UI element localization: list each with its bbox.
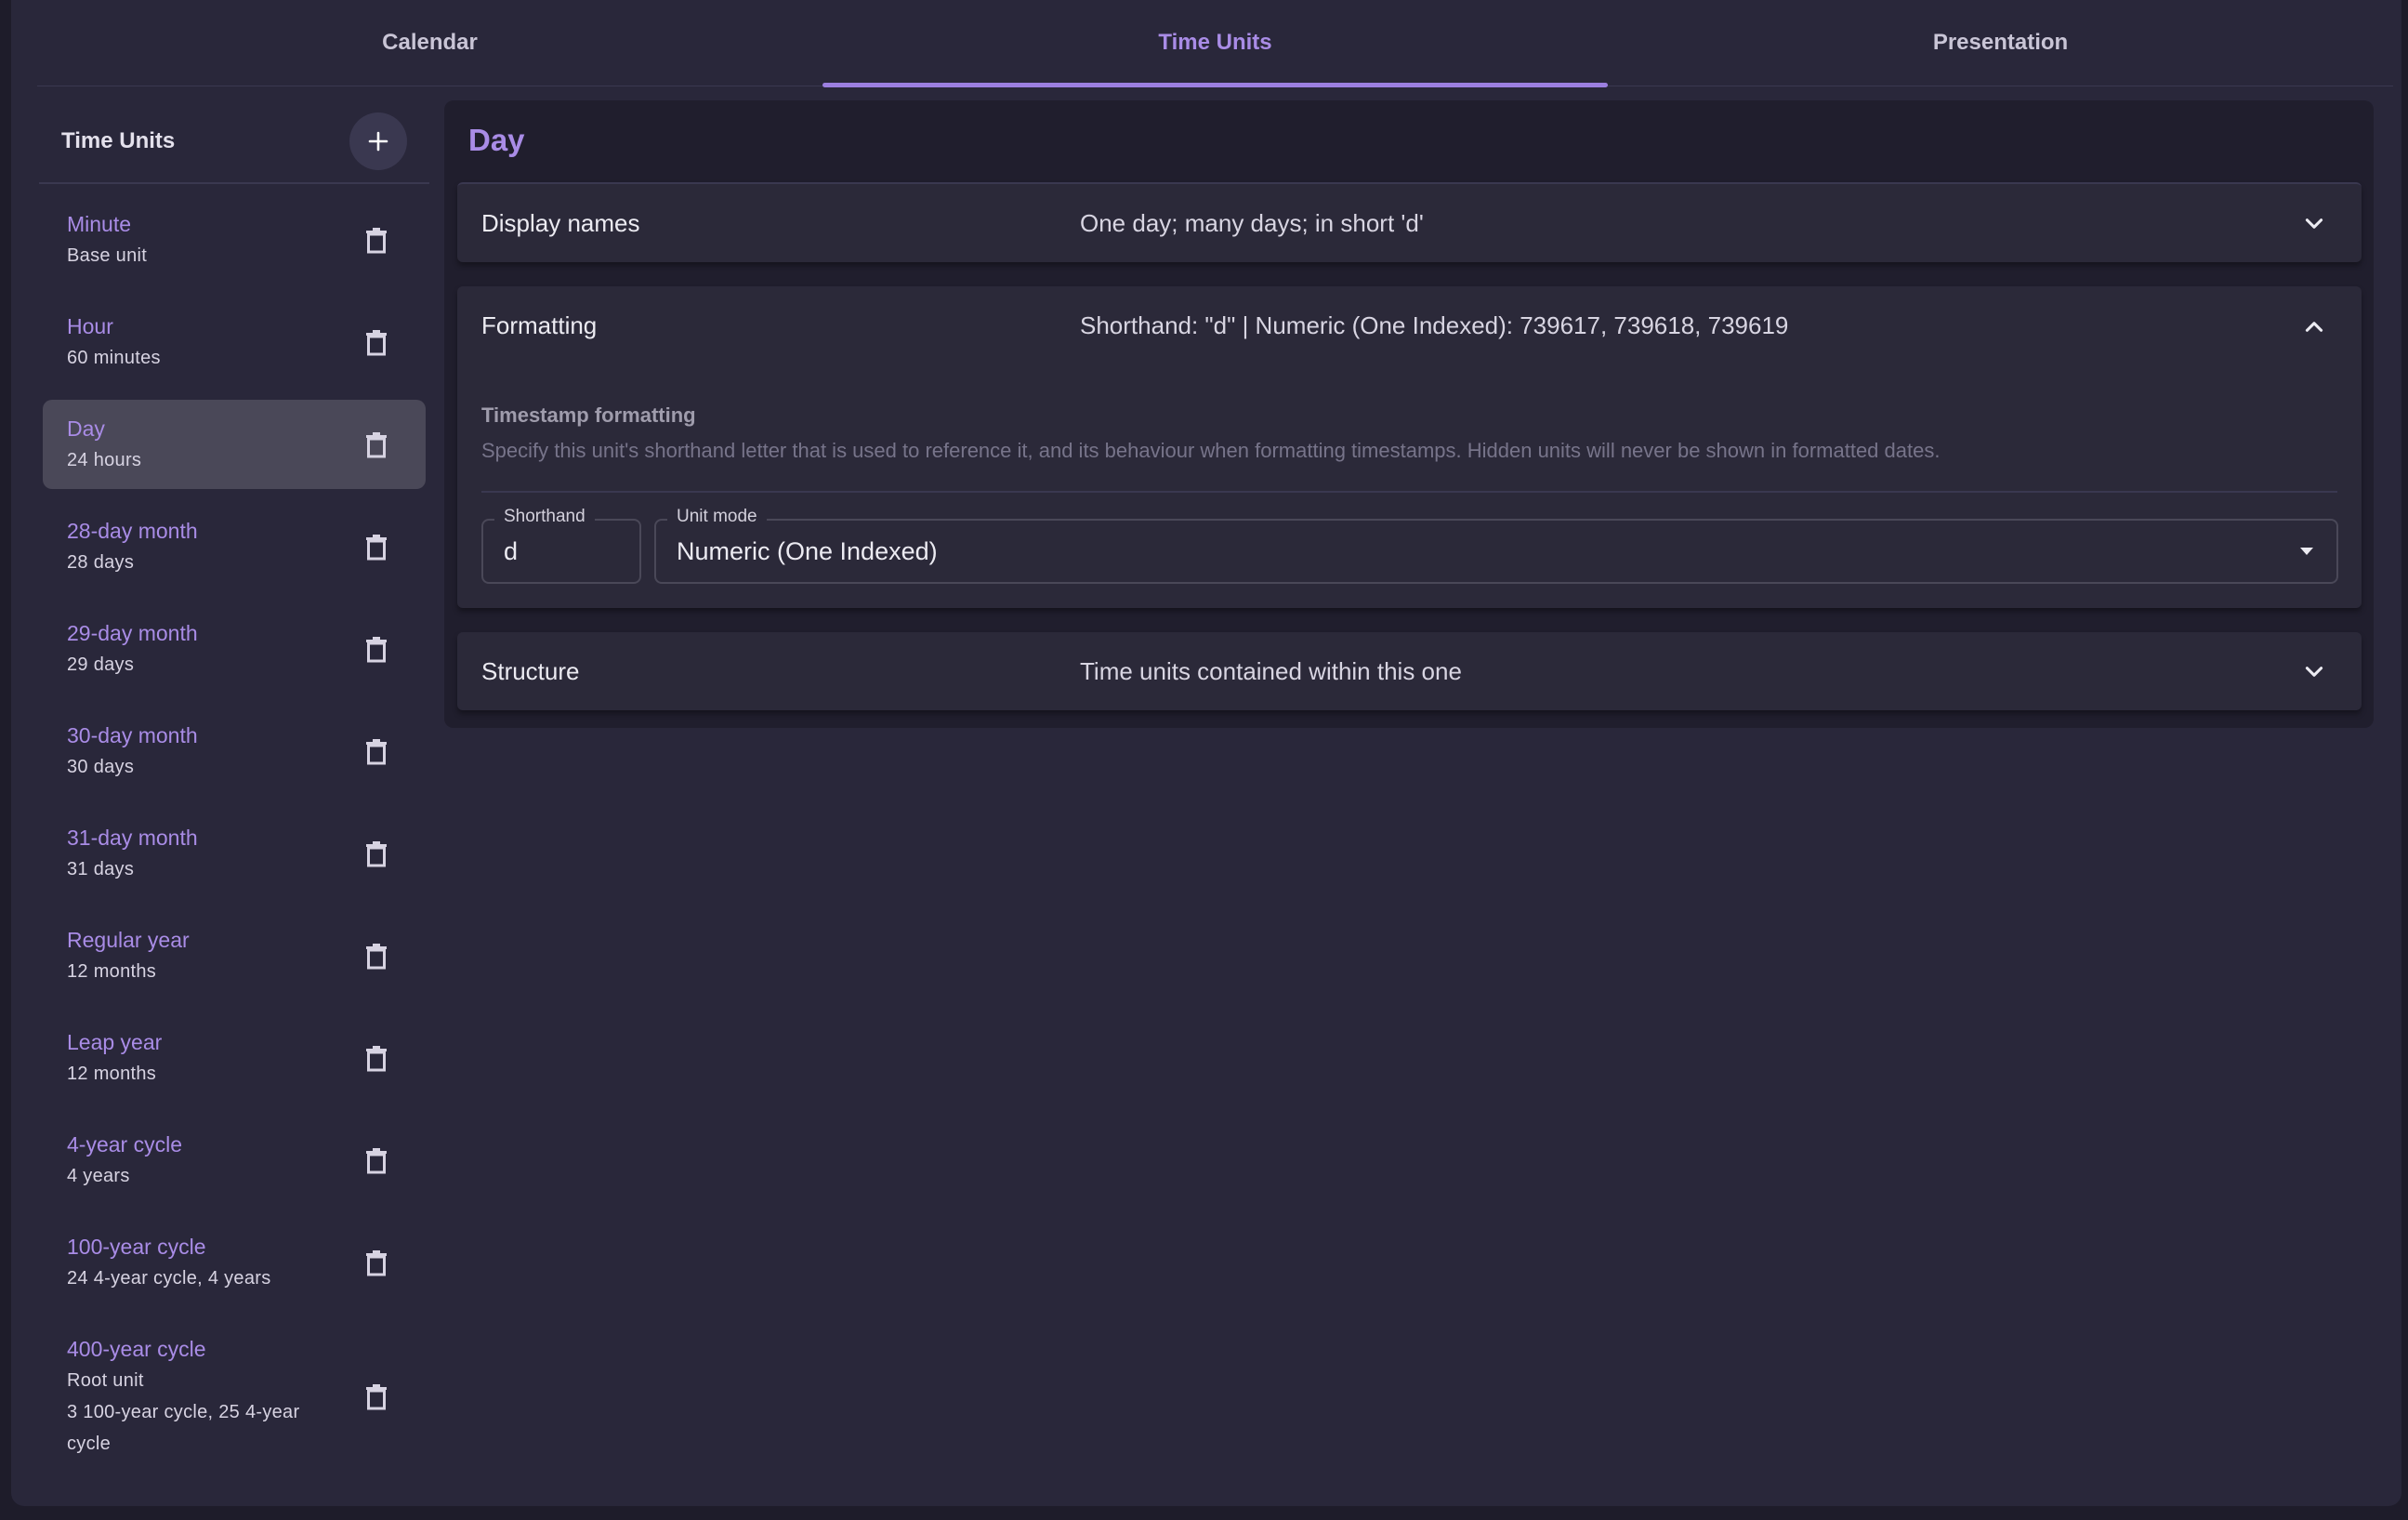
tab-bar: Calendar Time Units Presentation bbox=[37, 0, 2393, 87]
list-item[interactable]: 28-day month 28 days bbox=[43, 502, 426, 591]
unit-description: 3 100-year cycle, 25 4-year cycle bbox=[67, 1402, 300, 1454]
delete-icon[interactable] bbox=[364, 1044, 388, 1072]
list-item[interactable]: Day 24 hours bbox=[43, 400, 426, 489]
delete-icon[interactable] bbox=[364, 533, 388, 561]
list-item[interactable]: Regular year 12 months bbox=[43, 911, 426, 1000]
unit-mode-value: Numeric (One Indexed) bbox=[677, 537, 938, 565]
delete-icon[interactable] bbox=[364, 328, 388, 356]
section-summary: Time units contained within this one bbox=[1080, 657, 1462, 685]
unit-name: Hour bbox=[67, 314, 113, 338]
caret-down-icon bbox=[2300, 548, 2313, 555]
unit-description: 12 months bbox=[67, 1064, 157, 1084]
unit-description: 31 days bbox=[67, 859, 135, 879]
unit-name: Leap year bbox=[67, 1030, 163, 1054]
structure-section: Structure Time units contained within th… bbox=[457, 632, 2362, 710]
page-title: Day bbox=[468, 123, 525, 157]
unit-name: 30-day month bbox=[67, 723, 198, 747]
unit-description: 28 days bbox=[67, 552, 135, 573]
unit-name: 28-day month bbox=[67, 519, 198, 543]
add-time-unit-button[interactable] bbox=[349, 112, 407, 170]
tab-time-units[interactable]: Time Units bbox=[822, 0, 1608, 87]
list-item[interactable]: 400-year cycle Root unit 3 100-year cycle,… bbox=[43, 1320, 426, 1473]
section-label: Display names bbox=[481, 209, 640, 237]
tab-label: Calendar bbox=[382, 30, 478, 55]
unit-description: 24 4-year cycle, 4 years bbox=[67, 1268, 271, 1289]
shorthand-input[interactable]: d bbox=[504, 521, 518, 582]
unit-name: Minute bbox=[67, 212, 132, 236]
unit-description: Root unit bbox=[67, 1370, 144, 1391]
unit-description: 60 minutes bbox=[67, 348, 161, 368]
unit-name: 4-year cycle bbox=[67, 1132, 182, 1157]
tab-presentation[interactable]: Presentation bbox=[1608, 0, 2393, 86]
unit-name: Regular year bbox=[67, 928, 190, 952]
unit-description: 24 hours bbox=[67, 450, 142, 470]
timestamp-formatting-title: Timestamp formatting bbox=[481, 403, 696, 427]
delete-icon[interactable] bbox=[364, 1146, 388, 1174]
delete-icon[interactable] bbox=[364, 737, 388, 765]
tab-label: Presentation bbox=[1932, 30, 2069, 55]
unit-name: 400-year cycle bbox=[67, 1337, 206, 1361]
list-item[interactable]: Minute Base unit bbox=[43, 195, 426, 284]
formatting-section: Formatting Shorthand: "d" | Numeric (One… bbox=[457, 286, 2362, 608]
list-item[interactable]: Hour 60 minutes bbox=[43, 297, 426, 387]
unit-name: Day bbox=[67, 416, 105, 441]
delete-icon[interactable] bbox=[364, 226, 388, 254]
unit-description: Base unit bbox=[67, 245, 148, 266]
section-summary: Shorthand: "d" | Numeric (One Indexed): … bbox=[1080, 311, 1789, 339]
delete-icon[interactable] bbox=[364, 839, 388, 867]
list-item[interactable]: 100-year cycle 24 4-year cycle, 4 years bbox=[43, 1218, 426, 1307]
unit-mode-select[interactable]: Unit mode Numeric (One Indexed) bbox=[654, 507, 2338, 584]
tab-calendar[interactable]: Calendar bbox=[37, 0, 822, 86]
chevron-down-icon bbox=[2305, 218, 2323, 229]
app-window: Calendar Time Units Presentation Time Un… bbox=[11, 0, 2401, 1506]
plus-icon bbox=[368, 131, 388, 152]
chevron-up-icon bbox=[2305, 322, 2323, 332]
time-unit-list: Minute Base unit Hour 60 minutes Day 24 hours… bbox=[39, 195, 429, 1473]
list-item[interactable]: 4-year cycle 4 years bbox=[43, 1116, 426, 1205]
unit-description: 30 days bbox=[67, 757, 135, 777]
list-item[interactable]: 30-day month 30 days bbox=[43, 707, 426, 796]
delete-icon[interactable] bbox=[364, 1249, 388, 1276]
divider bbox=[481, 491, 2337, 493]
unit-name: 31-day month bbox=[67, 826, 198, 850]
section-label: Structure bbox=[481, 657, 580, 685]
delete-icon[interactable] bbox=[364, 430, 388, 458]
tab-indicator bbox=[822, 83, 1608, 87]
delete-icon[interactable] bbox=[364, 1382, 388, 1410]
unit-detail-panel: Day Display names One day; many days; in… bbox=[444, 100, 2374, 728]
section-label: Formatting bbox=[481, 311, 598, 339]
unit-name: 29-day month bbox=[67, 621, 198, 645]
delete-icon[interactable] bbox=[364, 635, 388, 663]
unit-description: 29 days bbox=[67, 654, 135, 675]
display-names-section: Display names One day; many days; in sho… bbox=[457, 182, 2362, 262]
time-units-sidebar: Time Units Minute Base unit Hour 60 minutes… bbox=[39, 100, 429, 1495]
tab-label: Time Units bbox=[1158, 30, 1272, 55]
sidebar-header: Time Units bbox=[39, 100, 429, 184]
display-names-header[interactable]: Display names One day; many days; in sho… bbox=[457, 184, 2362, 262]
shorthand-field[interactable]: Shorthand d bbox=[481, 507, 641, 584]
list-item[interactable]: 29-day month 29 days bbox=[43, 604, 426, 694]
delete-icon[interactable] bbox=[364, 942, 388, 970]
sidebar-title: Time Units bbox=[61, 128, 176, 153]
list-item[interactable]: Leap year 12 months bbox=[43, 1013, 426, 1103]
timestamp-formatting-description: Specify this unit's shorthand letter tha… bbox=[481, 439, 1941, 462]
formatting-header[interactable]: Formatting Shorthand: "d" | Numeric (One… bbox=[457, 286, 2362, 364]
chevron-down-icon bbox=[2305, 667, 2323, 677]
unit-name: 100-year cycle bbox=[67, 1235, 206, 1259]
structure-header[interactable]: Structure Time units contained within th… bbox=[457, 632, 2362, 710]
section-summary: One day; many days; in short 'd' bbox=[1080, 209, 1424, 237]
list-item[interactable]: 31-day month 31 days bbox=[43, 809, 426, 898]
unit-description: 4 years bbox=[67, 1166, 130, 1186]
unit-description: 12 months bbox=[67, 961, 157, 982]
